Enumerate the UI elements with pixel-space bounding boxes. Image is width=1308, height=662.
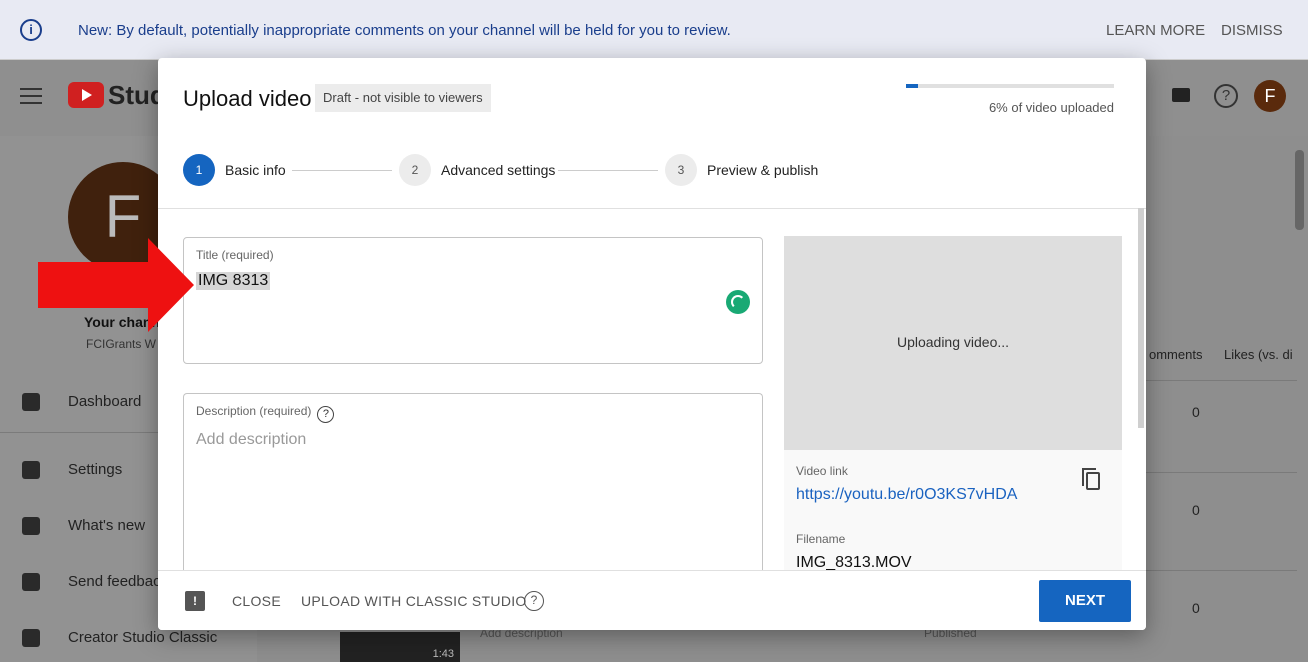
description-field-label: Description (required) bbox=[196, 404, 312, 418]
upload-classic-studio-button[interactable]: UPLOAD WITH CLASSIC STUDIO bbox=[301, 593, 527, 609]
filename-label: Filename bbox=[796, 532, 846, 546]
step-number: 3 bbox=[665, 154, 697, 186]
video-duration: 1:43 bbox=[432, 648, 454, 660]
dashboard-icon bbox=[22, 393, 40, 411]
page-scrollbar[interactable] bbox=[1295, 150, 1304, 230]
video-link-label: Video link bbox=[796, 464, 848, 478]
alert-icon bbox=[22, 517, 40, 535]
step-number: 2 bbox=[399, 154, 431, 186]
video-details-panel: Video link https://youtu.be/r0O3KS7vHDA … bbox=[784, 450, 1122, 574]
upload-progress-label: 6% of video uploaded bbox=[988, 100, 1114, 115]
description-input[interactable]: Add description bbox=[196, 431, 306, 449]
step-connector bbox=[292, 170, 392, 171]
youtube-logo-icon[interactable] bbox=[68, 82, 104, 108]
description-field[interactable]: Description (required)? Add description bbox=[183, 393, 763, 573]
account-avatar[interactable]: F bbox=[1254, 80, 1286, 112]
sidebar-item-label: Dashboard bbox=[68, 393, 142, 410]
sidebar-item-label: Send feedback bbox=[68, 573, 169, 590]
dialog-footer: ! CLOSE UPLOAD WITH CLASSIC STUDIO ? NEX… bbox=[158, 570, 1146, 630]
step-preview-publish[interactable]: 3 Preview & publish bbox=[665, 154, 818, 186]
notice-banner: i New: By default, potentially inappropr… bbox=[0, 0, 1308, 60]
menu-icon[interactable] bbox=[20, 88, 42, 104]
red-arrow-annotation bbox=[38, 262, 150, 308]
banner-message: New: By default, potentially inappropria… bbox=[78, 22, 731, 39]
title-field-label: Title (required) bbox=[196, 248, 274, 262]
video-thumbnail[interactable]: 1:43 bbox=[340, 632, 460, 662]
table-cell-comments: 0 bbox=[1192, 600, 1200, 616]
sidebar-item-label: Creator Studio Classic bbox=[68, 629, 218, 646]
dialog-header-divider bbox=[158, 208, 1146, 209]
video-link[interactable]: https://youtu.be/r0O3KS7vHDA bbox=[796, 486, 1017, 504]
close-button[interactable]: CLOSE bbox=[232, 593, 281, 609]
sidebar-item-label: Settings bbox=[68, 461, 123, 478]
video-preview: Uploading video... bbox=[784, 236, 1122, 450]
step-label: Basic info bbox=[225, 162, 286, 178]
sidebar-item-label: What's new bbox=[68, 517, 146, 534]
help-icon[interactable]: ? bbox=[524, 591, 544, 611]
loading-spinner-icon bbox=[726, 290, 750, 314]
next-button[interactable]: NEXT bbox=[1039, 580, 1131, 622]
uploading-status: Uploading video... bbox=[896, 334, 1010, 350]
upload-progress-bar bbox=[906, 84, 1114, 88]
info-icon: i bbox=[20, 19, 42, 41]
channel-subtitle: FCIGrants W bbox=[86, 337, 157, 351]
step-advanced-settings[interactable]: 2 Advanced settings bbox=[399, 154, 555, 186]
dialog-title: Upload video bbox=[183, 86, 312, 111]
create-video-icon[interactable] bbox=[1172, 88, 1190, 102]
title-input[interactable]: IMG 8313 bbox=[196, 272, 271, 290]
red-arrow-head bbox=[148, 238, 194, 332]
feedback-icon[interactable]: ! bbox=[185, 591, 205, 611]
upload-video-dialog: Upload video Draft - not visible to view… bbox=[158, 58, 1146, 630]
table-cell-comments: 0 bbox=[1192, 502, 1200, 518]
gear-icon bbox=[22, 461, 40, 479]
copy-icon[interactable] bbox=[1082, 468, 1100, 490]
step-connector bbox=[558, 170, 658, 171]
step-number: 1 bbox=[183, 154, 215, 186]
learn-more-link[interactable]: LEARN MORE bbox=[1106, 22, 1205, 39]
classic-icon bbox=[22, 629, 40, 647]
draft-badge: Draft - not visible to viewers bbox=[315, 84, 491, 112]
step-label: Advanced settings bbox=[441, 162, 556, 178]
column-header-likes[interactable]: Likes (vs. di bbox=[1224, 347, 1293, 362]
description-label-wrap: Description (required)? bbox=[196, 404, 335, 423]
dialog-scrollbar[interactable] bbox=[1138, 208, 1144, 428]
feedback-icon bbox=[22, 573, 40, 591]
table-cell-comments: 0 bbox=[1192, 404, 1200, 420]
column-header-comments[interactable]: omments bbox=[1149, 347, 1202, 362]
step-basic-info[interactable]: 1 Basic info bbox=[183, 154, 286, 186]
step-label: Preview & publish bbox=[707, 162, 819, 178]
dismiss-button[interactable]: DISMISS bbox=[1221, 22, 1283, 39]
help-icon[interactable]: ? bbox=[317, 406, 335, 423]
title-field[interactable]: Title (required) IMG 8313 bbox=[183, 237, 763, 364]
help-icon[interactable]: ? bbox=[1214, 84, 1238, 108]
